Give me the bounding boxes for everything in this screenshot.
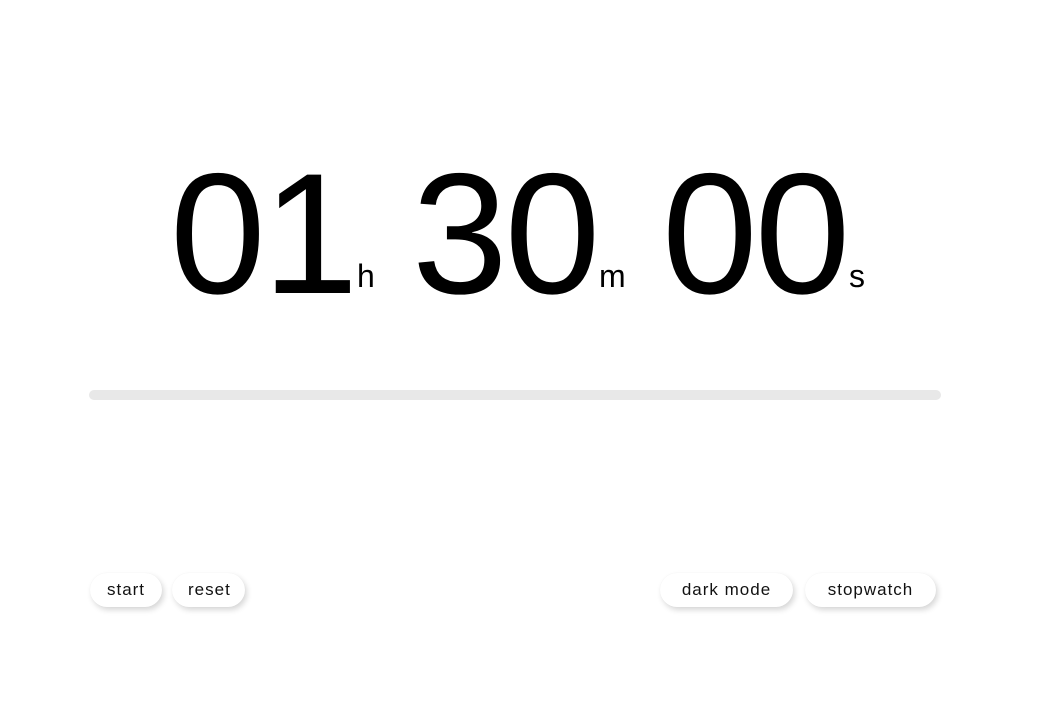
countdown-display: 01 h 30 m 00 s xyxy=(0,148,1039,320)
timer-app: 01 h 30 m 00 s start reset dark mode sto… xyxy=(0,0,1039,724)
progress-bar xyxy=(89,390,941,400)
reset-button[interactable]: reset xyxy=(172,573,245,607)
seconds-value: 00 xyxy=(662,138,850,330)
start-button[interactable]: start xyxy=(90,573,162,607)
hours-unit-label: h xyxy=(357,258,375,294)
hours-value: 01 xyxy=(170,138,358,330)
minutes-value: 30 xyxy=(412,138,600,330)
seconds-unit-label: s xyxy=(849,258,865,294)
minutes-unit-label: m xyxy=(599,258,626,294)
stopwatch-button[interactable]: stopwatch xyxy=(805,573,936,607)
dark-mode-button[interactable]: dark mode xyxy=(660,573,793,607)
